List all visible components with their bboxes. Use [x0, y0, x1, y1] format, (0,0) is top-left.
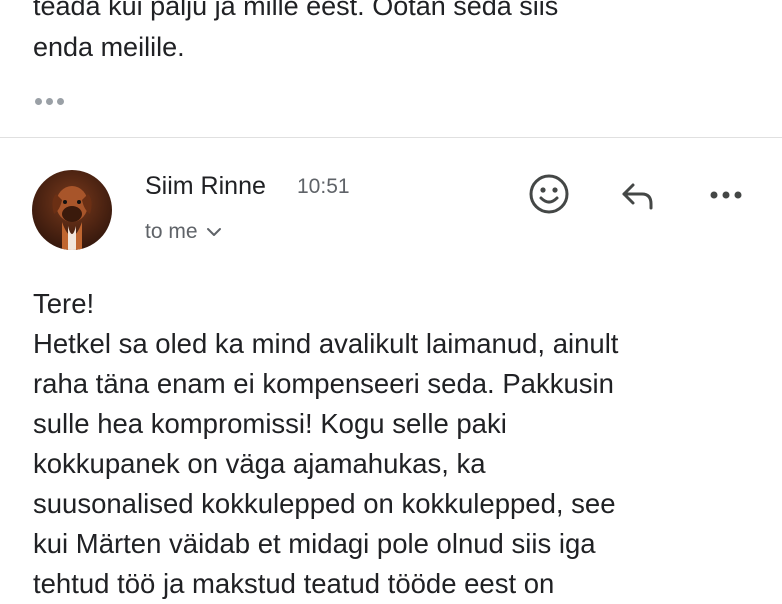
reply-button[interactable] — [614, 172, 660, 218]
dot-icon — [57, 97, 64, 105]
add-reaction-button[interactable] — [526, 171, 572, 217]
message-line: Tere! — [33, 288, 95, 319]
message-line: raha täna enam ei kompenseeri seda. Pakk… — [33, 368, 614, 399]
message-line: tehtud töö ja makstud teatud tööde eest … — [33, 568, 555, 599]
show-quoted-text-button[interactable] — [35, 96, 71, 106]
dot-icon — [46, 97, 53, 105]
more-options-button[interactable] — [703, 172, 749, 218]
recipient-details-toggle[interactable]: to me — [145, 220, 222, 244]
message-time: 10:51 — [297, 175, 350, 198]
chevron-down-icon — [206, 228, 221, 236]
previous-message-body: teada kui palju ja mille eest. Ootan sed… — [33, 0, 753, 68]
message-line: kokkupanek on väga ajamahukas, ka — [33, 448, 486, 479]
reply-arrow-icon — [622, 183, 653, 210]
avatar[interactable] — [32, 170, 112, 250]
recipient-label: to me — [145, 220, 198, 243]
message-line: kui Märten väidab et midagi pole olnud s… — [33, 528, 596, 559]
message-divider — [0, 137, 782, 138]
previous-message-line: enda meilile. — [33, 32, 185, 62]
message-line: suusonalised kokkulepped on kokkulepped,… — [33, 488, 616, 519]
sender-name[interactable]: Siim Rinne — [145, 172, 266, 201]
message-line: sulle hea kompromissi! Kogu selle paki — [33, 408, 507, 439]
more-horizontal-icon — [710, 191, 742, 199]
emoji-smile-icon — [529, 174, 569, 214]
dot-icon — [35, 97, 42, 105]
dog-avatar-icon — [32, 170, 112, 250]
message-line: Hetkel sa oled ka mind avalikult laimanu… — [33, 328, 619, 359]
message-body: Tere! Hetkel sa oled ka mind avalikult l… — [33, 284, 763, 604]
previous-message-line: teada kui palju ja mille eest. Ootan sed… — [33, 0, 559, 21]
